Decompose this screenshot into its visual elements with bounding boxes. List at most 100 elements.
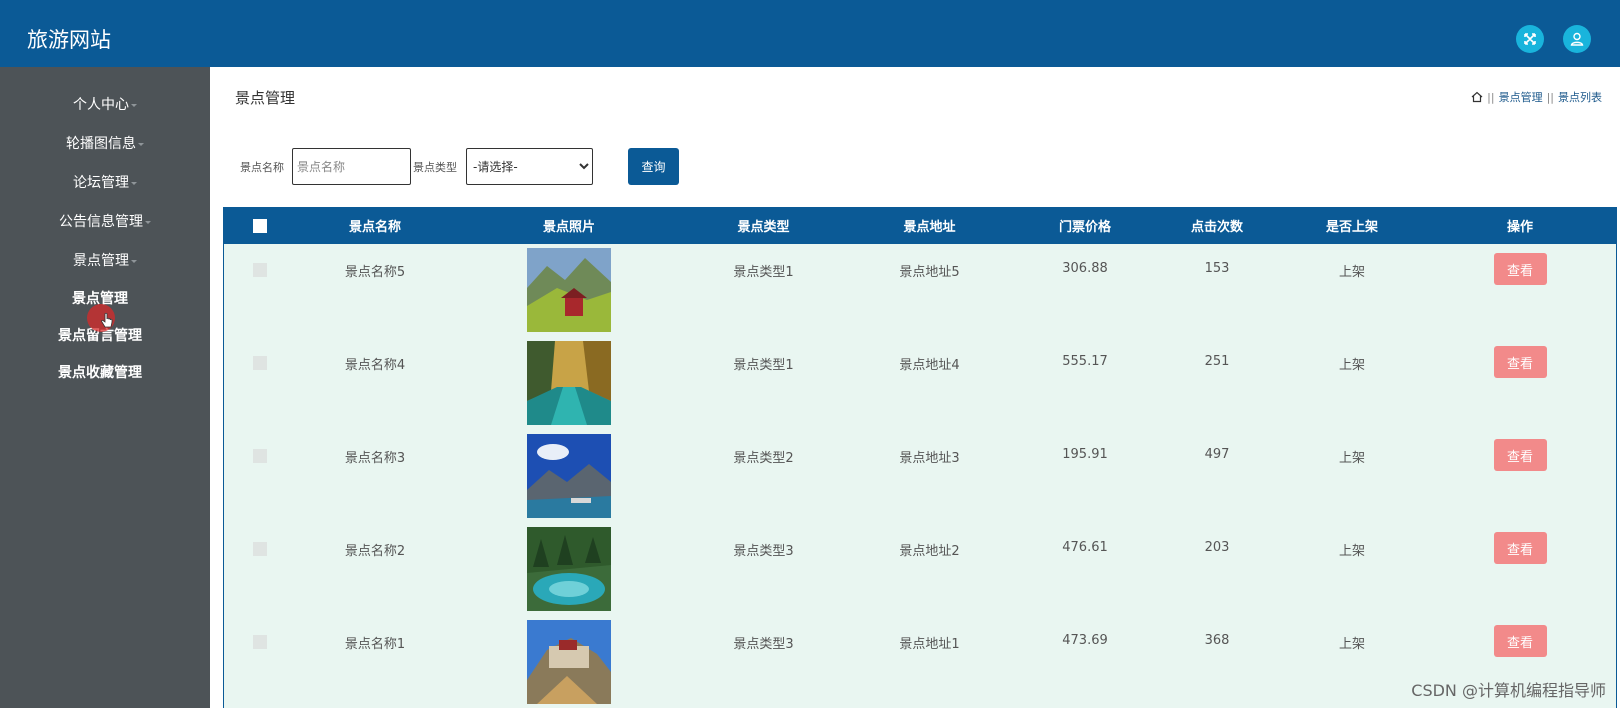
view-button[interactable]: 查看: [1493, 253, 1547, 285]
sidebar-item-label: 公告信息管理: [59, 214, 143, 230]
cell-name: 景点名称3: [344, 451, 406, 466]
column-header: 门票价格: [1058, 220, 1111, 235]
row-checkbox[interactable]: [253, 449, 267, 463]
breadcrumb-separator: ||: [1546, 90, 1554, 104]
table-row: 景点名称1 景点类型3 景点地址1 473.69 368 上架 查看: [224, 616, 1616, 708]
breadcrumb: || 景点管理 || 景点列表: [1471, 89, 1602, 105]
scenic-table: 景点名称 景点照片 景点类型 景点地址 门票价格 点击次数 是否上架 操作 景点…: [223, 207, 1617, 708]
column-header: 景点照片: [542, 220, 595, 235]
user-icon: [1570, 32, 1584, 46]
sidebar-item-forum[interactable]: 论坛管理: [0, 172, 210, 192]
sidebar-item-personal-center[interactable]: 个人中心: [0, 94, 210, 114]
cell-clicks: 368: [1204, 633, 1230, 648]
cell-clicks: 497: [1204, 447, 1230, 462]
cell-clicks: 251: [1204, 354, 1230, 369]
column-header: 是否上架: [1325, 220, 1378, 235]
column-header: 景点类型: [737, 220, 790, 235]
chevron-down-icon: [131, 259, 137, 263]
cell-name: 景点名称1: [344, 637, 406, 652]
chevron-down-icon: [131, 181, 137, 185]
cell-price: 473.69: [1062, 633, 1108, 648]
cell-status: 上架: [1338, 265, 1365, 280]
column-header: 点击次数: [1190, 220, 1243, 235]
top-bar: 旅游网站: [0, 0, 1620, 67]
type-search-label: 景点类型: [413, 161, 457, 174]
sidebar-subitem-label: 景点收藏管理: [58, 365, 142, 381]
select-all-header: [224, 207, 296, 244]
cell-name: 景点名称5: [344, 265, 406, 280]
cell-clicks: 153: [1204, 261, 1230, 276]
sidebar-item-label: 景点管理: [73, 253, 129, 269]
sidebar-item-scenic[interactable]: 景点管理: [0, 250, 210, 270]
cell-type: 景点类型1: [733, 358, 794, 373]
sidebar-item-label: 论坛管理: [73, 175, 129, 191]
main-content: 景点管理 || 景点管理 || 景点列表 景点名称 景点类型 -请选择- 查询 …: [210, 67, 1620, 708]
page-title: 景点管理: [235, 89, 296, 107]
user-button[interactable]: [1563, 25, 1591, 53]
row-checkbox[interactable]: [253, 356, 267, 370]
scenic-photo: [527, 434, 611, 518]
breadcrumb-item[interactable]: 景点管理: [1499, 89, 1543, 105]
row-checkbox[interactable]: [253, 263, 267, 277]
view-button[interactable]: 查看: [1493, 625, 1547, 657]
cell-address: 景点地址5: [899, 265, 960, 280]
cell-type: 景点类型3: [733, 637, 794, 652]
chevron-down-icon: [138, 142, 144, 146]
cell-status: 上架: [1338, 544, 1365, 559]
scenic-photo: [527, 248, 611, 332]
scenic-photo: [527, 527, 611, 611]
chevron-down-icon: [145, 220, 151, 224]
scenic-photo: [527, 620, 611, 704]
scenic-photo: [527, 341, 611, 425]
cell-status: 上架: [1338, 451, 1365, 466]
type-select[interactable]: -请选择-: [466, 148, 593, 185]
view-button[interactable]: 查看: [1493, 439, 1547, 471]
sidebar-item-label: 轮播图信息: [66, 136, 136, 152]
table-header-row: 景点名称 景点照片 景点类型 景点地址 门票价格 点击次数 是否上架 操作: [224, 207, 1616, 244]
table-row: 景点名称3 景点类型2 景点地址3 195.91 497 上架 查看: [224, 430, 1616, 523]
cell-address: 景点地址1: [899, 637, 960, 652]
watermark: CSDN @计算机编程指导师: [1411, 681, 1606, 700]
cell-status: 上架: [1338, 637, 1365, 652]
cell-price: 555.17: [1062, 354, 1108, 369]
table-row: 景点名称5 景点类型1 景点地址5 306.88 153 上架 查看: [224, 244, 1616, 337]
view-button[interactable]: 查看: [1493, 532, 1547, 564]
cell-name: 景点名称4: [344, 358, 406, 373]
cell-price: 195.91: [1062, 447, 1108, 462]
hand-cursor-icon: [101, 313, 113, 328]
column-header: 景点名称: [348, 220, 401, 235]
cell-status: 上架: [1338, 358, 1365, 373]
sidebar-subitem-scenic-favorites[interactable]: 景点收藏管理: [0, 362, 200, 382]
cell-name: 景点名称2: [344, 544, 406, 559]
column-header: 操作: [1506, 220, 1533, 235]
cell-price: 306.88: [1062, 261, 1108, 276]
cell-clicks: 203: [1204, 540, 1230, 555]
cell-price: 476.61: [1062, 540, 1108, 555]
cell-type: 景点类型1: [733, 265, 794, 280]
name-search-input[interactable]: [292, 148, 411, 185]
home-icon[interactable]: [1471, 91, 1483, 103]
app-title: 旅游网站: [27, 28, 111, 52]
fullscreen-icon: [1524, 33, 1536, 45]
query-button[interactable]: 查询: [628, 148, 679, 185]
sidebar-item-announcements[interactable]: 公告信息管理: [0, 211, 210, 231]
cell-address: 景点地址2: [899, 544, 960, 559]
column-header: 景点地址: [903, 220, 956, 235]
breadcrumb-item[interactable]: 景点列表: [1558, 89, 1602, 105]
row-checkbox[interactable]: [253, 635, 267, 649]
cell-type: 景点类型2: [733, 451, 794, 466]
cell-address: 景点地址3: [899, 451, 960, 466]
breadcrumb-separator: ||: [1487, 90, 1495, 104]
select-all-checkbox[interactable]: [253, 218, 267, 233]
fullscreen-button[interactable]: [1516, 25, 1544, 53]
name-search-label: 景点名称: [240, 161, 284, 174]
cell-type: 景点类型3: [733, 544, 794, 559]
cell-address: 景点地址4: [899, 358, 960, 373]
view-button[interactable]: 查看: [1493, 346, 1547, 378]
sidebar-item-carousel[interactable]: 轮播图信息: [0, 133, 210, 153]
chevron-down-icon: [131, 103, 137, 107]
sidebar: 个人中心 轮播图信息 论坛管理 公告信息管理 景点管理 景点管理 景点留言管理 …: [0, 67, 210, 708]
row-checkbox[interactable]: [253, 542, 267, 556]
sidebar-item-label: 个人中心: [73, 97, 129, 113]
table-row: 景点名称2 景点类型3 景点地址2 476.61 203 上架 查看: [224, 523, 1616, 616]
